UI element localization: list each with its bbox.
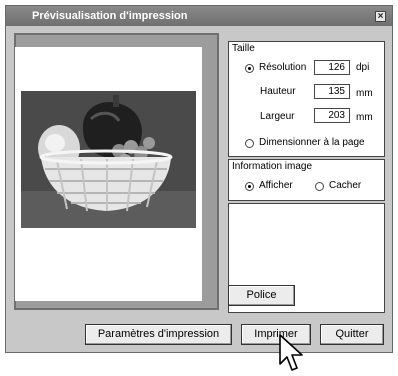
height-unit: mm: [356, 88, 373, 99]
fit-to-page-radio[interactable]: [245, 139, 254, 148]
font-button[interactable]: Police: [228, 285, 295, 306]
mouse-pointer-icon: [279, 334, 303, 371]
preview-photo: [21, 91, 196, 228]
close-icon[interactable]: ×: [375, 11, 386, 22]
show-label: Afficher: [259, 180, 293, 191]
image-info-group: Information image Afficher Cacher: [228, 159, 385, 201]
size-group: Taille Résolution 126 dpi Hauteur 135 mm…: [228, 41, 385, 157]
title-bar: Prévisualisation d'impression ×: [6, 6, 392, 26]
width-unit: mm: [356, 112, 373, 123]
resolution-field[interactable]: 126: [314, 60, 350, 75]
print-page: .: [15, 47, 202, 301]
image-caption: .: [108, 275, 109, 279]
fit-to-page-label: Dimensionner à la page: [259, 137, 365, 148]
window-title: Prévisualisation d'impression: [32, 10, 188, 22]
height-label: Hauteur: [260, 86, 296, 97]
width-field[interactable]: 203: [314, 108, 350, 123]
image-info-group-title: Information image: [232, 161, 313, 172]
resolution-unit: dpi: [356, 62, 370, 73]
resolution-label: Résolution: [259, 62, 307, 73]
hide-radio[interactable]: [315, 182, 324, 191]
height-field[interactable]: 135: [314, 84, 350, 99]
width-label: Largeur: [260, 111, 295, 122]
show-radio[interactable]: [245, 182, 254, 191]
hide-label: Cacher: [329, 180, 362, 191]
size-group-title: Taille: [232, 43, 255, 54]
quit-button[interactable]: Quitter: [320, 324, 384, 345]
resolution-radio[interactable]: [245, 64, 254, 73]
print-settings-button[interactable]: Paramètres d'impression: [85, 324, 232, 345]
